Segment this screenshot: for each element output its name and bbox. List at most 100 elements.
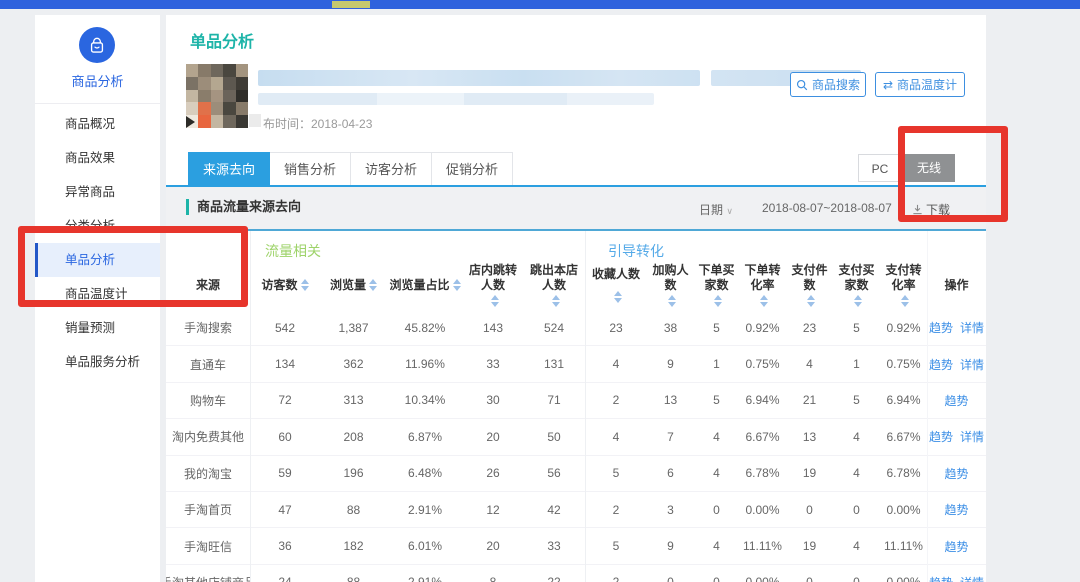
sidebar-item[interactable]: 商品概况 [35,107,160,141]
download-label: 下载 [926,201,950,218]
column-header[interactable]: 支付买家数 [833,262,880,308]
value-cell: 0.75% [880,346,927,381]
value-cell: 5 [833,310,880,345]
value-cell: 4 [786,346,833,381]
column-header-label: 浏览量占比 [389,278,449,293]
sidebar-item[interactable]: 分类分析 [35,209,160,243]
sort-icon[interactable] [301,279,309,291]
sort-icon[interactable] [901,295,909,307]
value-cell: 9 [647,528,694,563]
value-cell: 36 [250,528,320,563]
sort-up-arrow-icon [901,295,909,300]
value-cell: 362 [320,346,387,381]
value-cell: 8 [463,565,523,582]
value-cell: 4 [694,419,739,454]
column-header[interactable]: 支付件数 [786,262,833,308]
column-header[interactable]: 访客数 [250,262,320,308]
sort-icon[interactable] [614,291,622,303]
value-cell: 2.91% [387,565,463,582]
sort-icon[interactable] [760,295,768,307]
download-button[interactable]: 下载 [912,201,950,218]
tab[interactable]: 访客分析 [351,152,432,185]
search-icon [796,79,808,91]
tab[interactable]: 来源去向 [188,152,270,185]
action-link[interactable]: 详情 [960,428,984,445]
value-cell: 88 [320,492,387,527]
action-link[interactable]: 趋势 [929,319,953,336]
sort-icon[interactable] [552,295,560,307]
source-cell: 手淘旺信 [166,528,250,563]
divider [927,231,928,582]
source-cell: 淘内免费其他 [166,419,250,454]
sidebar-item[interactable]: 商品效果 [35,141,160,175]
value-cell: 0 [786,492,833,527]
mosaic-cell [223,77,235,90]
column-header[interactable]: 加购人数 [647,262,694,308]
column-header-label: 收藏人数 [592,267,640,282]
mosaic-cell [186,64,198,77]
action-link[interactable]: 趋势 [929,356,953,373]
sort-icon[interactable] [854,295,862,307]
mosaic-cell [236,115,248,128]
mosaic-cell [211,115,223,128]
swap-icon: ⇄ [883,79,893,91]
date-dropdown[interactable]: 日期 ∨ [699,201,733,218]
device-toggle-pc[interactable]: PC [858,154,902,182]
column-header[interactable]: 浏览量 [320,262,387,308]
mosaic-cell [223,102,235,115]
column-header[interactable]: 下单买家数 [694,262,739,308]
action-link[interactable]: 趋势 [944,538,968,555]
value-cell: 10.34% [387,383,463,418]
table-row: 直通车13436211.96%331314910.75%410.75%趋势详情 [166,346,986,382]
sort-icon[interactable] [453,279,461,291]
value-cell: 20 [463,419,523,454]
value-cell: 4 [694,456,739,491]
action-link[interactable]: 趋势 [929,428,953,445]
value-cell: 2 [585,492,647,527]
sidebar-item[interactable]: 商品温度计 [35,277,160,311]
column-header[interactable]: 浏览量占比 [387,262,463,308]
column-header[interactable]: 支付转化率 [880,262,927,308]
value-cell: 7 [647,419,694,454]
action-link[interactable]: 趋势 [944,392,968,409]
sidebar-item[interactable]: 异常商品 [35,175,160,209]
column-header[interactable]: 下单转化率 [739,262,786,308]
mosaic-cell [198,77,210,90]
action-link[interactable]: 趋势 [944,501,968,518]
action-link[interactable]: 详情 [960,356,984,373]
column-header[interactable]: 跳出本店人数 [523,262,585,308]
actions-cell: 趋势详情 [927,419,986,454]
value-cell: 6.67% [739,419,786,454]
tab[interactable]: 销售分析 [270,152,351,185]
value-cell: 5 [833,383,880,418]
action-link[interactable]: 趋势 [944,465,968,482]
sort-icon[interactable] [369,279,377,291]
sort-icon[interactable] [668,295,676,307]
sidebar-item[interactable]: 单品分析 [35,243,160,277]
column-header[interactable]: 店内跳转人数 [463,262,523,308]
product-thermometer-button[interactable]: ⇄ 商品温度计 [875,72,965,97]
product-search-button[interactable]: 商品搜索 [790,72,866,97]
sort-icon[interactable] [491,295,499,307]
value-cell: 143 [463,310,523,345]
sidebar-item[interactable]: 销量预测 [35,311,160,345]
value-cell: 4 [833,419,880,454]
action-link[interactable]: 趋势 [929,574,953,582]
group-title-conversion: 引导转化 [608,241,664,261]
column-header[interactable]: 收藏人数 [585,262,647,308]
action-link[interactable]: 详情 [960,574,984,582]
value-cell: 21 [786,383,833,418]
sort-down-arrow-icon [760,302,768,307]
value-cell: 0 [833,492,880,527]
sort-icon[interactable] [807,295,815,307]
device-toggle-wireless[interactable]: 无线 [903,154,955,182]
value-cell: 0 [694,492,739,527]
value-cell: 0.75% [739,346,786,381]
value-cell: 1 [833,346,880,381]
analysis-tabs: 来源去向销售分析访客分析促销分析 [188,152,513,185]
sidebar-item[interactable]: 单品服务分析 [35,345,160,379]
tab[interactable]: 促销分析 [432,152,513,185]
mosaic-cell [211,102,223,115]
action-link[interactable]: 详情 [960,319,984,336]
sort-icon[interactable] [714,295,722,307]
